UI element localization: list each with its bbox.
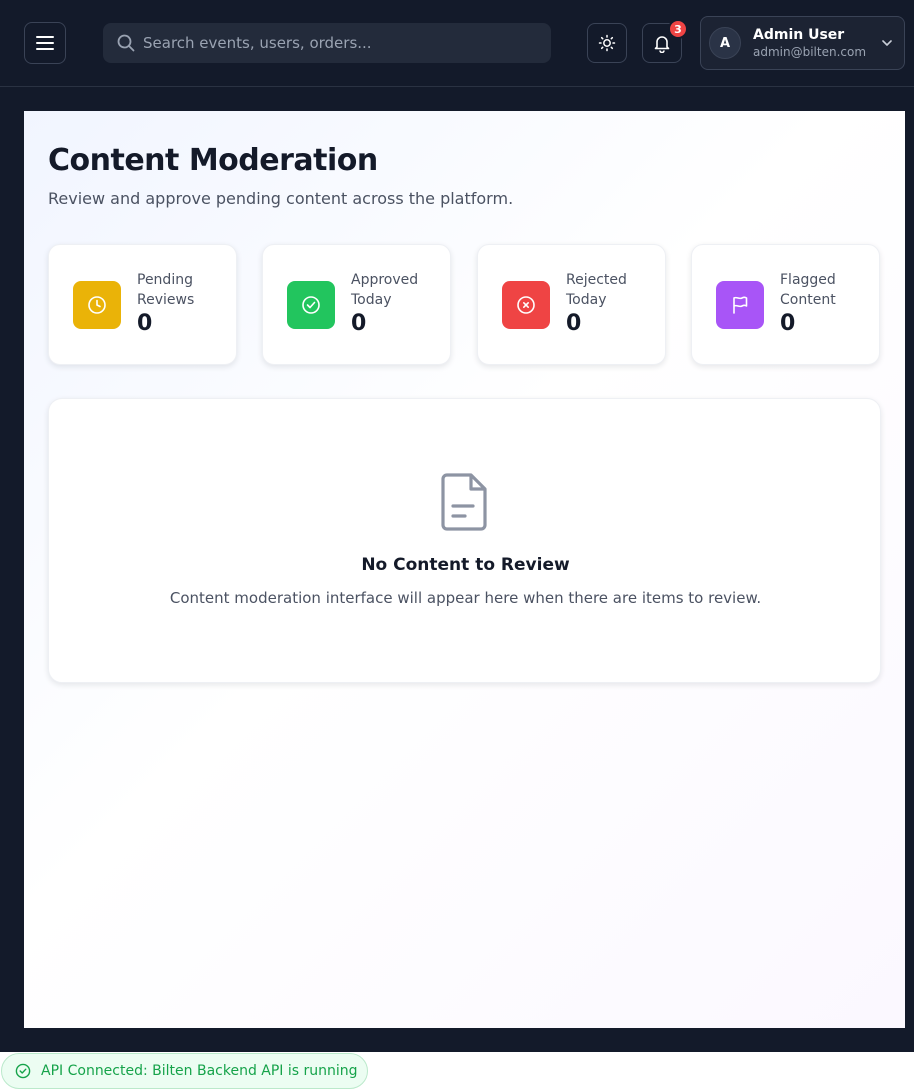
sun-icon bbox=[598, 34, 616, 52]
stat-icon-box bbox=[287, 281, 335, 329]
stat-icon-box bbox=[73, 281, 121, 329]
flag-icon bbox=[733, 296, 748, 314]
user-email: admin@bilten.com bbox=[753, 45, 867, 59]
avatar: A bbox=[709, 27, 741, 59]
api-status-text: API Connected: Bilten Backend API is run… bbox=[41, 1063, 358, 1079]
theme-toggle-button[interactable] bbox=[587, 23, 627, 63]
document-icon bbox=[441, 473, 487, 531]
search-icon bbox=[117, 34, 135, 52]
empty-state-description: Content moderation interface will appear… bbox=[169, 589, 762, 607]
check-circle-icon bbox=[15, 1063, 31, 1079]
clock-icon bbox=[88, 296, 106, 314]
stat-value: 0 bbox=[351, 311, 367, 336]
main-content: Content Moderation Review and approve pe… bbox=[24, 111, 905, 1028]
stat-icon-box bbox=[716, 281, 764, 329]
stat-icon-box bbox=[502, 281, 550, 329]
bell-icon bbox=[654, 36, 670, 53]
chevron-down-icon bbox=[882, 40, 892, 46]
stat-label: Approved Today bbox=[351, 272, 419, 308]
search-bar bbox=[103, 23, 551, 63]
empty-state-title: No Content to Review bbox=[361, 555, 570, 575]
top-bar: 3 A Admin User admin@bilten.com bbox=[0, 0, 914, 87]
stat-value: 0 bbox=[566, 311, 582, 336]
user-menu-button[interactable]: A Admin User admin@bilten.com bbox=[700, 16, 905, 70]
user-name: Admin User bbox=[753, 27, 845, 43]
hamburger-icon bbox=[36, 36, 54, 50]
stat-card-pending: Pending Reviews 0 bbox=[48, 244, 237, 365]
stat-card-approved: Approved Today 0 bbox=[262, 244, 451, 365]
empty-state-card: No Content to Review Content moderation … bbox=[48, 398, 881, 683]
stat-card-rejected: Rejected Today 0 bbox=[477, 244, 666, 365]
stat-label: Flagged Content bbox=[780, 272, 836, 308]
x-circle-icon bbox=[517, 296, 535, 314]
stat-label: Pending Reviews bbox=[137, 272, 195, 308]
check-circle-icon bbox=[302, 296, 320, 314]
page-title: Content Moderation bbox=[48, 143, 378, 178]
notification-badge: 3 bbox=[668, 19, 688, 39]
search-input[interactable] bbox=[143, 34, 523, 52]
stat-value: 0 bbox=[137, 311, 153, 336]
stat-card-flagged: Flagged Content 0 bbox=[691, 244, 880, 365]
stat-label: Rejected Today bbox=[566, 272, 627, 308]
page-subtitle: Review and approve pending content acros… bbox=[48, 189, 514, 208]
menu-button[interactable] bbox=[24, 22, 66, 64]
stat-value: 0 bbox=[780, 311, 796, 336]
api-status-toast: API Connected: Bilten Backend API is run… bbox=[1, 1053, 368, 1089]
user-info: Admin User admin@bilten.com bbox=[753, 27, 866, 59]
